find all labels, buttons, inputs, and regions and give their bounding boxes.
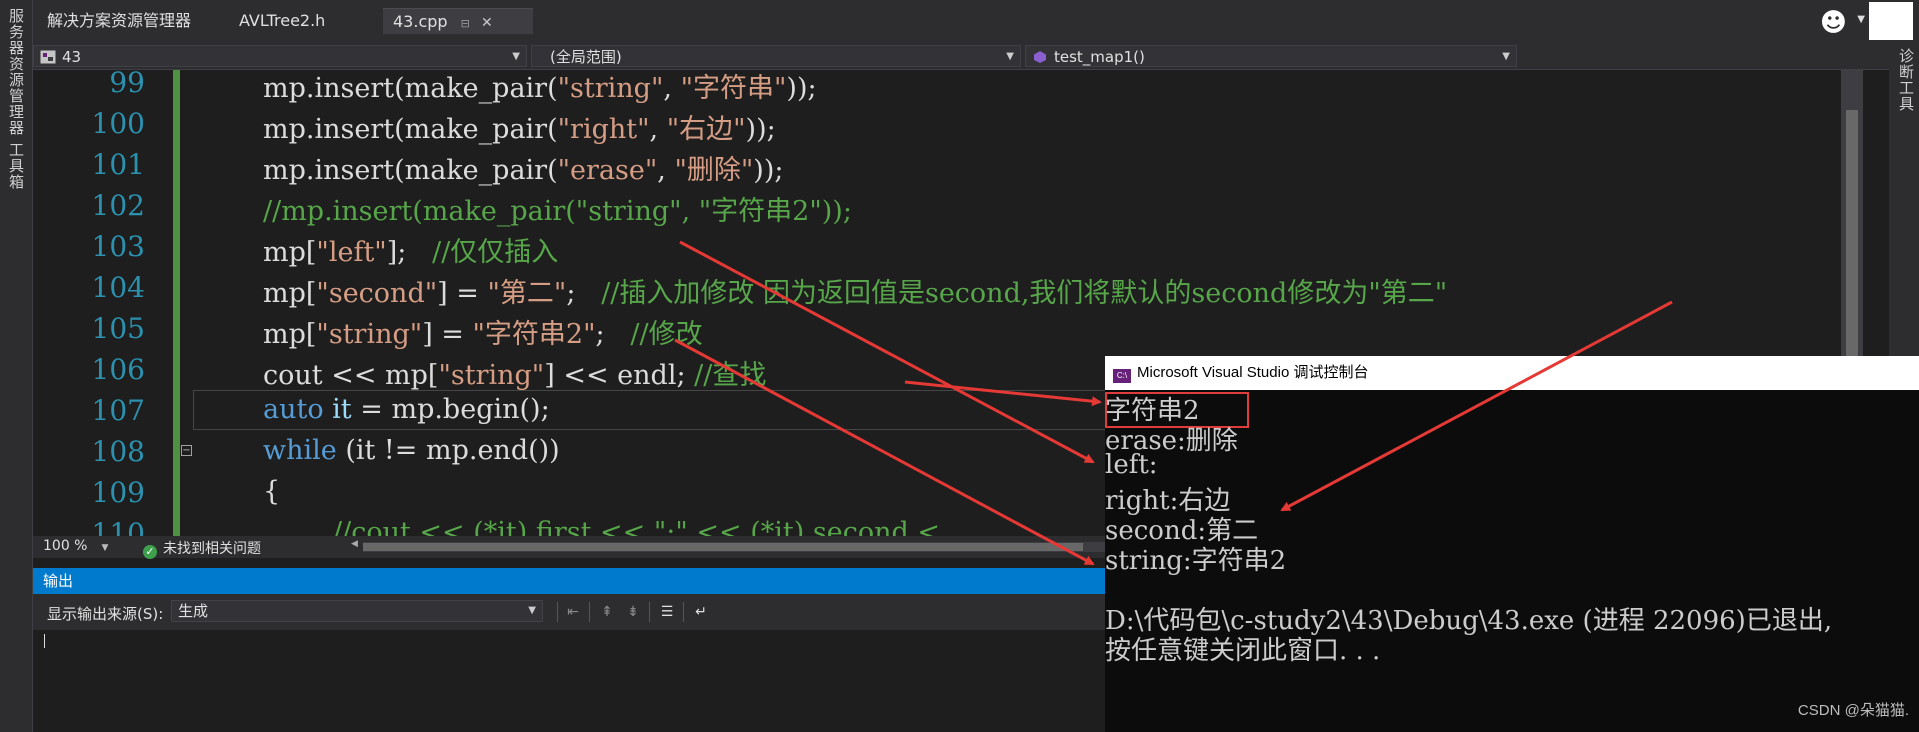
code-line[interactable]: mp.insert(make_pair("right", "右边")); bbox=[263, 107, 776, 146]
code-line[interactable]: mp.insert(make_pair("string", "字符串")); bbox=[263, 70, 817, 105]
code-line[interactable]: cout << mp["string"] << endl; //查找 bbox=[263, 353, 766, 392]
chevron-down-icon: ▼ bbox=[101, 543, 109, 553]
debug-console-window[interactable]: C:\ Microsoft Visual Studio 调试控制台 字符串2 er… bbox=[1105, 356, 1919, 732]
check-icon: ✓ bbox=[143, 545, 157, 559]
editor-status-strip: 100 % ▼ ✓ 未找到相关问题 ◀ bbox=[33, 536, 1133, 559]
toolbar-divider bbox=[589, 602, 590, 622]
next-message-icon[interactable]: ⇟ bbox=[623, 602, 643, 622]
output-text-area[interactable] bbox=[33, 630, 1133, 732]
diagnostic-tools-tab[interactable]: 诊断工具 bbox=[1896, 48, 1917, 112]
project-dropdown[interactable]: 43 ▼ bbox=[33, 45, 527, 67]
document-tab-bar: 解决方案资源管理器 AVLTree2.h 43.cpp ⊟ ✕ ☻ ▼ bbox=[33, 0, 1919, 42]
top-right-icons: ☻ ▼ bbox=[1803, 2, 1913, 40]
issues-label: 未找到相关问题 bbox=[163, 541, 261, 557]
overlay-block bbox=[1869, 2, 1913, 40]
chevron-down-icon: ▼ bbox=[512, 51, 520, 62]
output-source-select[interactable]: 生成 ▼ bbox=[171, 600, 543, 622]
zoom-level: 100 % bbox=[43, 538, 88, 554]
line-number: 104 bbox=[91, 271, 145, 304]
text-cursor bbox=[44, 634, 45, 648]
tab-label: AVLTree2.h bbox=[239, 11, 326, 30]
line-number: 101 bbox=[91, 148, 145, 181]
code-line[interactable]: mp.insert(make_pair("erase", "删除")); bbox=[263, 148, 783, 187]
output-source-value: 生成 bbox=[178, 602, 209, 620]
project-label: 43 bbox=[62, 48, 82, 66]
line-number: 107 bbox=[91, 394, 145, 427]
watermark: CSDN @朵猫猫. bbox=[1797, 702, 1909, 719]
account-icon[interactable]: ☻ bbox=[1820, 8, 1847, 38]
line-number: 110 bbox=[91, 517, 145, 536]
code-line[interactable]: mp["left"]; //仅仅插入 bbox=[263, 230, 558, 269]
scroll-left-icon[interactable]: ◀ bbox=[351, 539, 358, 549]
code-line[interactable]: auto it = mp.begin(); bbox=[263, 394, 550, 425]
toolbar-divider bbox=[683, 602, 684, 622]
pin-icon[interactable]: ⊟ bbox=[461, 17, 470, 30]
tab-label: 43.cpp bbox=[393, 12, 448, 31]
function-label: test_map1() bbox=[1054, 48, 1145, 66]
console-line: string:字符串2 bbox=[1105, 546, 1287, 576]
code-line[interactable]: { bbox=[263, 476, 280, 507]
previous-message-icon[interactable]: ⇞ bbox=[597, 602, 617, 622]
scope-label: (全局范围) bbox=[550, 48, 622, 66]
project-icon bbox=[40, 50, 56, 64]
editor-horizontal-scrollbar[interactable] bbox=[363, 542, 1123, 552]
console-line: left: bbox=[1105, 450, 1158, 480]
clear-all-icon[interactable]: ☰ bbox=[657, 602, 677, 622]
navigation-bar: 43 ▼ (全局范围) ▼ test_map1() ▼ ✛ bbox=[33, 42, 1914, 70]
code-line[interactable]: while (it != mp.end()) bbox=[263, 435, 560, 466]
scope-dropdown[interactable]: (全局范围) ▼ bbox=[531, 45, 1021, 67]
toolbar-divider bbox=[649, 602, 650, 622]
chevron-down-icon: ▼ bbox=[1006, 51, 1014, 62]
output-source-label: 显示输出来源(S): bbox=[47, 605, 164, 623]
line-number: 105 bbox=[91, 312, 145, 345]
chevron-down-icon: ▼ bbox=[528, 605, 536, 616]
line-number: 99 bbox=[109, 70, 145, 99]
tab-solution-explorer[interactable]: 解决方案资源管理器 bbox=[37, 8, 201, 34]
word-wrap-icon[interactable]: ↵ bbox=[691, 602, 711, 622]
tab-label: 解决方案资源管理器 bbox=[47, 11, 192, 30]
scrollbar-thumb[interactable] bbox=[363, 543, 1083, 551]
change-tracking-bar bbox=[173, 70, 180, 536]
line-number: 106 bbox=[91, 353, 145, 386]
left-tool-strip: 服务器资源管理器 工具箱 bbox=[0, 0, 33, 732]
close-icon[interactable]: ✕ bbox=[481, 15, 493, 31]
zoom-dropdown[interactable]: 100 % ▼ bbox=[43, 538, 108, 554]
chevron-down-icon[interactable]: ▼ bbox=[1857, 14, 1865, 25]
console-line: 按任意键关闭此窗口. . . bbox=[1105, 636, 1381, 666]
line-number: 103 bbox=[91, 230, 145, 263]
line-number: 109 bbox=[91, 476, 145, 509]
code-line[interactable]: //mp.insert(make_pair("string", "字符串2"))… bbox=[263, 189, 852, 228]
collapse-icon[interactable]: − bbox=[181, 445, 192, 456]
line-number-gutter: 99 100 101 102 103 104 105 106 107 108 1… bbox=[33, 70, 181, 536]
line-number: 108 bbox=[91, 435, 145, 468]
output-toolbar: 显示输出来源(S): 生成 ▼ ⇤ ⇞ ⇟ ☰ ↵ bbox=[33, 594, 1133, 630]
toolbox-tab[interactable]: 工具箱 bbox=[6, 142, 27, 190]
code-line[interactable]: mp["string"] = "字符串2"; //修改 bbox=[263, 312, 703, 351]
method-icon bbox=[1034, 51, 1046, 63]
code-line[interactable]: //cout << (*it).first << ":" << (*it).se… bbox=[333, 517, 940, 536]
console-icon: C:\ bbox=[1113, 369, 1131, 383]
line-number: 100 bbox=[91, 107, 145, 140]
server-explorer-tab[interactable]: 服务器资源管理器 bbox=[6, 8, 27, 136]
chevron-down-icon: ▼ bbox=[1502, 51, 1510, 62]
toolbar-divider bbox=[557, 602, 558, 622]
code-line[interactable]: mp["second"] = "第二"; //插入加修改 因为返回值是secon… bbox=[263, 271, 1447, 310]
issues-indicator[interactable]: ✓ 未找到相关问题 bbox=[143, 538, 261, 559]
output-panel-title[interactable]: 输出 bbox=[33, 568, 1133, 594]
console-title-bar[interactable]: C:\ Microsoft Visual Studio 调试控制台 bbox=[1105, 356, 1919, 390]
function-dropdown[interactable]: test_map1() ▼ bbox=[1025, 45, 1517, 67]
line-number: 102 bbox=[91, 189, 145, 222]
console-title: Microsoft Visual Studio 调试控制台 bbox=[1137, 364, 1369, 381]
tab-43-cpp[interactable]: 43.cpp ⊟ ✕ bbox=[383, 8, 533, 34]
find-message-icon[interactable]: ⇤ bbox=[563, 602, 583, 622]
tab-avltree2-h[interactable]: AVLTree2.h bbox=[229, 8, 335, 34]
